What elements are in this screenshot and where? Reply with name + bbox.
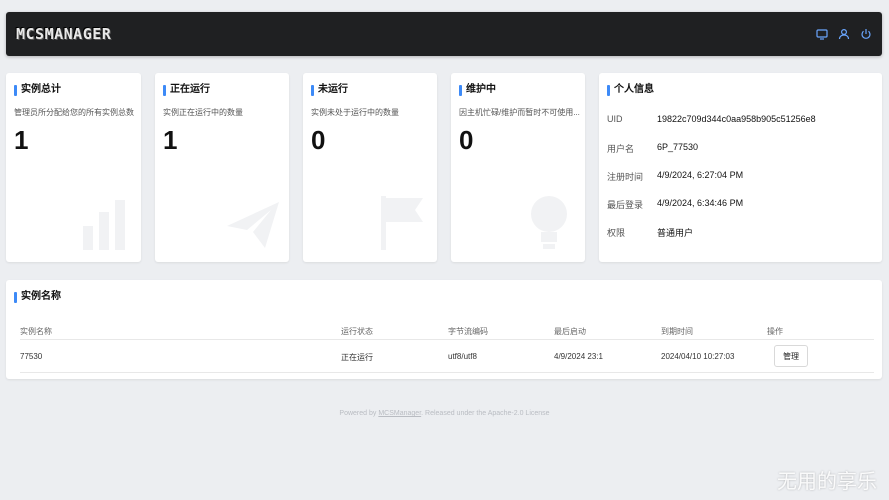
- card-description: 管理员所分配给您的所有实例总数: [14, 108, 134, 117]
- instances-table: 实例名称 运行状态 字节流编码 最后启动 到期时间 操作 77530 正在运行 …: [20, 318, 874, 373]
- power-icon[interactable]: [860, 28, 872, 40]
- profile-key: UID: [607, 114, 623, 124]
- column-header: 实例名称: [20, 327, 52, 336]
- column-header: 最后启动: [554, 327, 586, 336]
- profile-card: 个人信息 UID 19822c709d344c0aa958b905c51256e…: [599, 73, 882, 262]
- profile-key: 权限: [607, 228, 626, 238]
- card-title: 维护中: [459, 84, 496, 96]
- app-logo[interactable]: MCSMANAGER: [16, 25, 111, 43]
- footer: Powered by MCSManager. Released under th…: [0, 410, 889, 417]
- card-title: 实例总计: [14, 84, 61, 96]
- stat-card-total: 实例总计 管理员所分配给您的所有实例总数 1: [6, 73, 141, 262]
- card-title: 个人信息: [607, 84, 654, 96]
- card-title: 正在运行: [163, 84, 210, 96]
- card-value: 0: [459, 125, 474, 155]
- card-description: 实例未处于运行中的数量: [311, 108, 399, 117]
- stat-card-stopped: 未运行 实例未处于运行中的数量 0: [303, 73, 437, 262]
- footer-prefix: Powered by: [339, 410, 379, 417]
- instance-expire: 2024/04/10 10:27:03: [661, 352, 735, 361]
- instances-card: 实例名称 实例名称 运行状态 字节流编码 最后启动 到期时间 操作 77530 …: [6, 280, 882, 379]
- column-header: 运行状态: [341, 327, 373, 336]
- profile-key: 最后登录: [607, 200, 644, 210]
- column-header: 操作: [767, 327, 783, 336]
- instance-encoding: utf8/utf8: [448, 352, 477, 361]
- column-header: 到期时间: [661, 327, 693, 336]
- instance-name: 77530: [20, 352, 43, 361]
- paper-plane-icon: [227, 202, 279, 248]
- card-description: 因主机忙碌/维护而暂时不可使用...: [459, 108, 580, 117]
- footer-link[interactable]: MCSManager: [378, 410, 421, 417]
- watermark: 无用的享乐: [777, 469, 877, 493]
- profile-value: 4/9/2024, 6:27:04 PM: [657, 170, 744, 180]
- profile-row-permission: 权限 普通用户: [607, 226, 693, 239]
- profile-row-uid: UID 19822c709d344c0aa958b905c51256e8: [607, 114, 816, 124]
- card-value: 1: [163, 125, 178, 155]
- card-value: 1: [14, 125, 29, 155]
- profile-value: 普通用户: [657, 228, 694, 238]
- table-header: 实例名称 运行状态 字节流编码 最后启动 到期时间 操作: [20, 318, 874, 340]
- top-icons: [816, 28, 872, 40]
- profile-key: 注册时间: [607, 172, 644, 182]
- manage-button[interactable]: 管理: [774, 345, 808, 367]
- instance-status: 正在运行: [341, 353, 373, 362]
- top-navbar: MCSMANAGER: [6, 12, 882, 56]
- profile-row-username: 用户名 6P_77530: [607, 142, 698, 155]
- footer-suffix: . Released under the Apache-2.0 License: [421, 410, 550, 417]
- profile-row-last-login: 最后登录 4/9/2024, 6:34:46 PM: [607, 198, 743, 211]
- flag-icon: [381, 196, 423, 250]
- card-title: 未运行: [311, 84, 348, 96]
- profile-row-registered: 注册时间 4/9/2024, 6:27:04 PM: [607, 170, 743, 183]
- lightbulb-icon: [531, 196, 567, 249]
- stat-card-running: 正在运行 实例正在运行中的数量 1: [155, 73, 289, 262]
- table-row[interactable]: 77530 正在运行 utf8/utf8 4/9/2024 23:1 2024/…: [20, 340, 874, 373]
- column-header: 字节流编码: [448, 327, 488, 336]
- dashboard-icon[interactable]: [816, 28, 828, 40]
- card-title: 实例名称: [14, 291, 61, 303]
- profile-key: 用户名: [607, 144, 635, 154]
- user-icon[interactable]: [838, 28, 850, 40]
- bar-chart-icon: [83, 200, 125, 250]
- stat-card-maintenance: 维护中 因主机忙碌/维护而暂时不可使用... 0: [451, 73, 585, 262]
- profile-value: 6P_77530: [657, 142, 699, 152]
- profile-value: 19822c709d344c0aa958b905c51256e8: [657, 114, 816, 124]
- instance-last-start: 4/9/2024 23:1: [554, 352, 603, 361]
- card-value: 0: [311, 125, 326, 155]
- profile-value: 4/9/2024, 6:34:46 PM: [657, 198, 744, 208]
- card-description: 实例正在运行中的数量: [163, 108, 243, 117]
